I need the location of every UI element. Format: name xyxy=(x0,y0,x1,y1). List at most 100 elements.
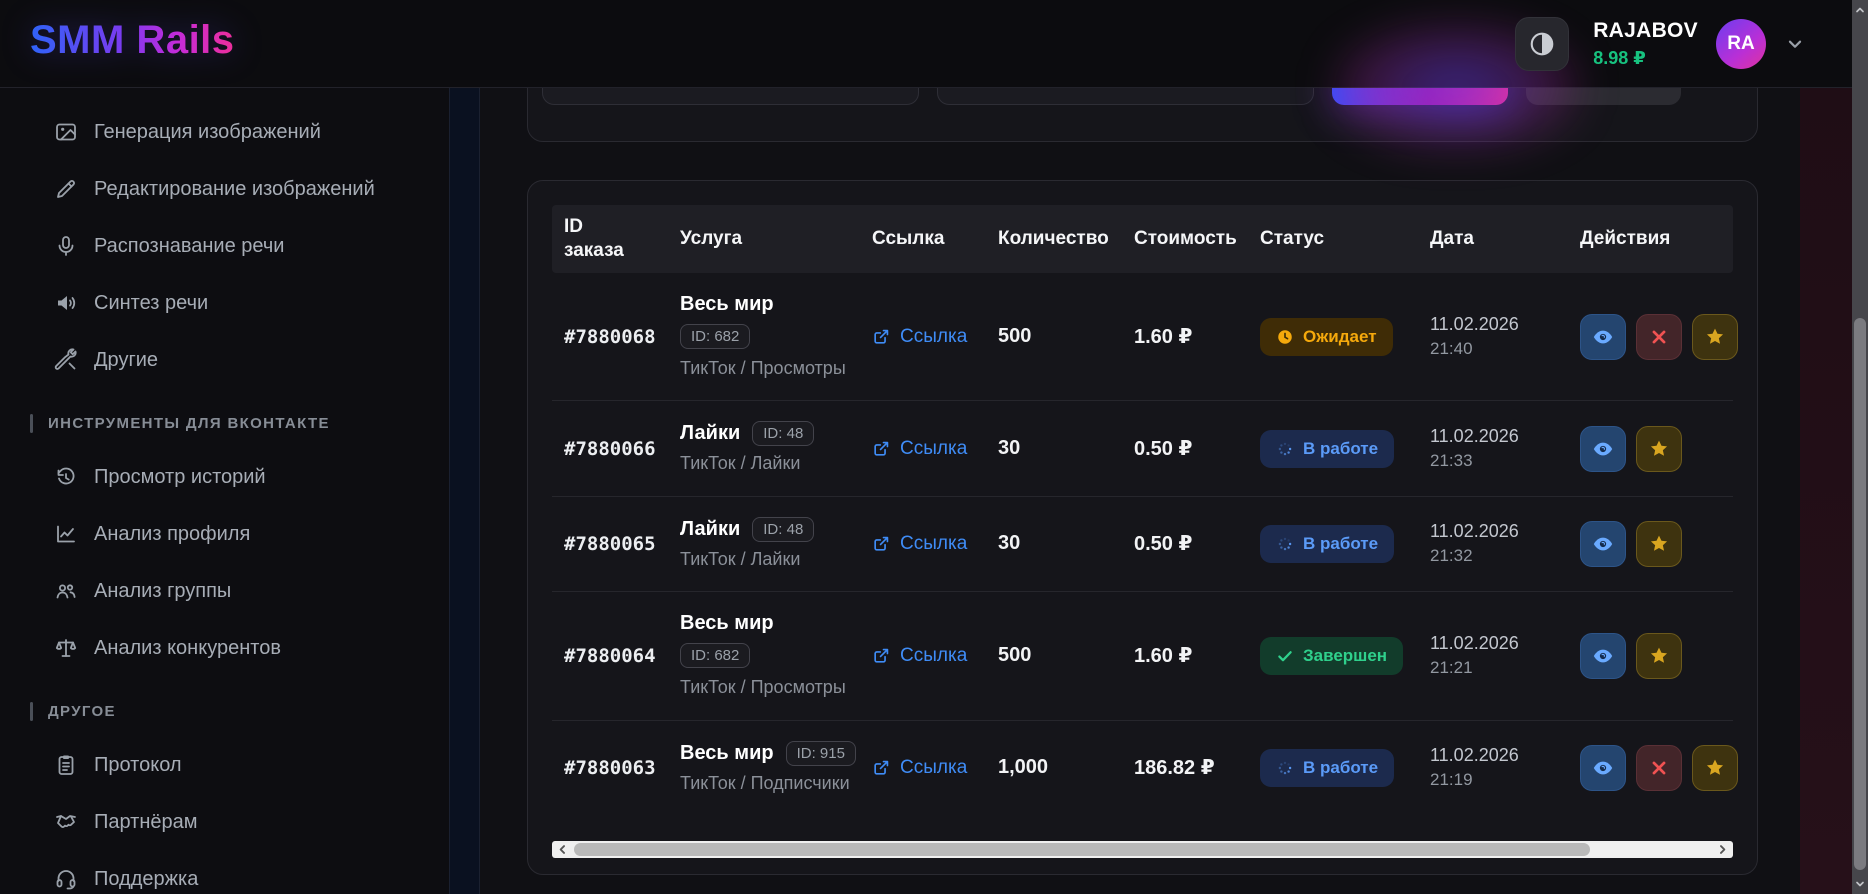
scroll-left-icon[interactable] xyxy=(555,842,570,857)
sidebar-item[interactable]: Партнёрам xyxy=(54,810,439,834)
sidebar-item-label: Анализ конкурентов xyxy=(94,637,281,660)
order-quantity: 1,000 xyxy=(986,756,1122,779)
theme-toggle-button[interactable] xyxy=(1515,17,1569,71)
spinner-icon xyxy=(1276,535,1294,553)
external-link-icon xyxy=(872,646,891,665)
eye-icon xyxy=(1592,326,1614,348)
horizontal-scrollbar[interactable] xyxy=(552,841,1733,858)
order-price: 186.82 ₽ xyxy=(1122,755,1248,780)
order-link[interactable]: Ссылка xyxy=(872,757,986,779)
sidebar-item[interactable]: Другие xyxy=(54,348,439,372)
cancel-order-button[interactable] xyxy=(1636,314,1682,360)
sidebar-item-label: Генерация изображений xyxy=(94,121,321,144)
sidebar-item[interactable]: Анализ конкурентов xyxy=(54,636,439,660)
favorite-order-button[interactable] xyxy=(1636,426,1682,472)
service-cell: Весь мирID: 682ТикТок / Просмотры xyxy=(668,612,860,699)
eye-icon xyxy=(1592,757,1614,779)
handshake-icon xyxy=(54,810,78,834)
avatar[interactable]: RA xyxy=(1716,19,1766,69)
order-date: 11.02.2026 xyxy=(1430,745,1568,766)
scroll-right-icon[interactable] xyxy=(1715,842,1730,857)
service-id-badge: ID: 915 xyxy=(786,741,856,766)
service-category: ТикТок / Просмотры xyxy=(680,357,852,380)
external-link-icon xyxy=(872,758,891,777)
service-name: Лайки xyxy=(680,422,740,445)
chevron-down-icon[interactable] xyxy=(1784,33,1806,55)
order-id: #7880065 xyxy=(552,533,668,555)
scroll-up-icon[interactable] xyxy=(1852,4,1868,16)
sidebar-item[interactable]: Анализ профиля xyxy=(54,522,439,546)
order-id: #7880068 xyxy=(552,326,668,348)
view-order-button[interactable] xyxy=(1580,521,1626,567)
users-icon xyxy=(54,579,78,603)
spinner-icon xyxy=(1276,759,1294,777)
clipboard-icon xyxy=(54,753,78,777)
sidebar-section-label: ИНСТРУМЕНТЫ ДЛЯ ВКОНТАКТЕ xyxy=(30,414,439,433)
favorite-order-button[interactable] xyxy=(1692,745,1738,791)
sidebar-item[interactable]: Поддержка xyxy=(54,867,439,891)
sidebar-item[interactable]: Генерация изображений xyxy=(54,120,439,144)
order-id: #7880066 xyxy=(552,438,668,460)
eye-icon xyxy=(1592,438,1614,460)
order-time: 21:33 xyxy=(1430,451,1568,471)
app-header: SMM Rails RAJABOV 8.98 ₽ RA xyxy=(0,0,1852,88)
sidebar-item[interactable]: Анализ группы xyxy=(54,579,439,603)
order-time: 21:32 xyxy=(1430,546,1568,566)
orders-table-card: ID заказаУслугаСсылкаКоличествоСтоимость… xyxy=(527,180,1758,875)
order-link[interactable]: Ссылка xyxy=(872,533,986,555)
speaker-icon xyxy=(54,291,78,315)
sidebar-item[interactable]: Редактирование изображений xyxy=(54,177,439,201)
view-order-button[interactable] xyxy=(1580,314,1626,360)
sidebar-item-label: Другие xyxy=(94,349,158,372)
cancel-order-button[interactable] xyxy=(1636,745,1682,791)
order-date: 11.02.2026 xyxy=(1430,314,1568,335)
service-id-badge: ID: 48 xyxy=(752,421,814,446)
order-price: 0.50 ₽ xyxy=(1122,436,1248,461)
service-name: Весь мир xyxy=(680,742,774,765)
sidebar-item-label: Партнёрам xyxy=(94,811,198,834)
sidebar-item-label: Протокол xyxy=(94,754,182,777)
column-header: Стоимость xyxy=(1122,227,1248,251)
vertical-scrollbar[interactable] xyxy=(1852,0,1868,894)
service-id-badge: ID: 682 xyxy=(680,324,750,349)
order-id: #7880063 xyxy=(552,757,668,779)
microphone-icon xyxy=(54,234,78,258)
spinner-icon xyxy=(1276,440,1294,458)
order-actions xyxy=(1580,521,1733,567)
order-link[interactable]: Ссылка xyxy=(872,326,986,348)
column-header: Дата xyxy=(1418,227,1568,251)
order-row: #7880065ЛайкиID: 48ТикТок / ЛайкиСсылка3… xyxy=(552,496,1733,591)
service-cell: Весь мирID: 915ТикТок / Подписчики xyxy=(668,741,860,795)
eye-icon xyxy=(1592,533,1614,555)
horizontal-scrollbar-thumb[interactable] xyxy=(574,843,1590,856)
sidebar-item[interactable]: Протокол xyxy=(54,753,439,777)
view-order-button[interactable] xyxy=(1580,745,1626,791)
external-link-icon xyxy=(872,534,891,553)
sidebar-item[interactable]: Синтез речи xyxy=(54,291,439,315)
order-link[interactable]: Ссылка xyxy=(872,645,986,667)
status-badge: Завершен xyxy=(1260,637,1403,675)
favorite-order-button[interactable] xyxy=(1636,521,1682,567)
order-link[interactable]: Ссылка xyxy=(872,438,986,460)
order-actions xyxy=(1580,633,1733,679)
order-quantity: 500 xyxy=(986,644,1122,667)
chart-line-icon xyxy=(54,522,78,546)
order-date-cell: 11.02.202621:40 xyxy=(1418,314,1568,359)
table-header-row: ID заказаУслугаСсылкаКоличествоСтоимость… xyxy=(552,205,1733,273)
sidebar-item[interactable]: Просмотр историй xyxy=(54,465,439,489)
view-order-button[interactable] xyxy=(1580,426,1626,472)
order-quantity: 500 xyxy=(986,325,1122,348)
order-actions xyxy=(1580,745,1738,791)
user-balance: 8.98 ₽ xyxy=(1593,48,1698,69)
favorite-order-button[interactable] xyxy=(1636,633,1682,679)
vertical-scrollbar-thumb[interactable] xyxy=(1854,318,1866,870)
favorite-order-button[interactable] xyxy=(1692,314,1738,360)
status-badge: В работе xyxy=(1260,749,1394,787)
sidebar: Генерация изображений Редактирование изоб… xyxy=(0,88,480,894)
sidebar-item-label: Просмотр историй xyxy=(94,466,266,489)
order-time: 21:19 xyxy=(1430,770,1568,790)
sidebar-item[interactable]: Распознавание речи xyxy=(54,234,439,258)
view-order-button[interactable] xyxy=(1580,633,1626,679)
scroll-down-icon[interactable] xyxy=(1852,878,1868,890)
order-time: 21:21 xyxy=(1430,658,1568,678)
